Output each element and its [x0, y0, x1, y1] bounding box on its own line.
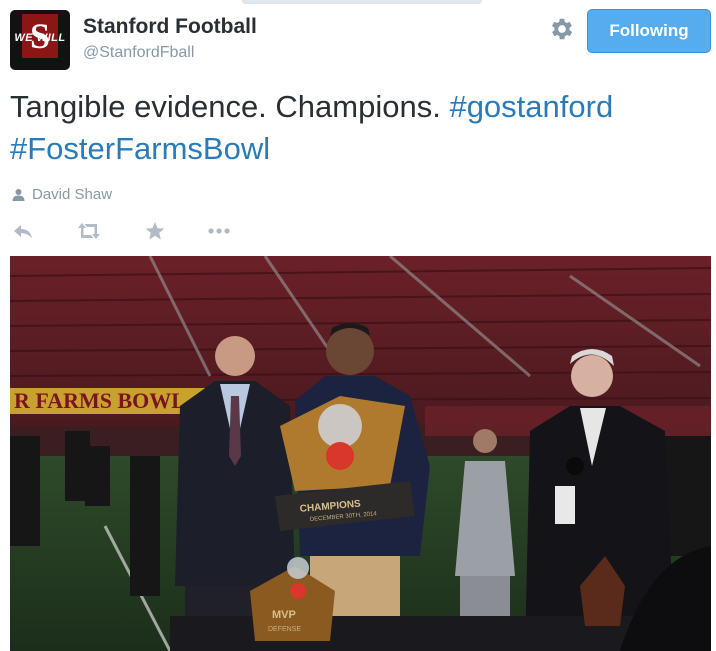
tweet-photo[interactable]: R FARMS BOWL CHAMPIONS DECEMBER 30TH, 20… [10, 256, 711, 651]
tweet-body: Tangible evidence. Champions. [10, 89, 441, 124]
trophy-ceremony-photo: R FARMS BOWL CHAMPIONS DECEMBER 30TH, 20… [10, 256, 711, 651]
favorite-icon[interactable] [144, 220, 166, 242]
retweet-icon[interactable] [76, 220, 102, 242]
tweet-text: Tangible evidence. Champions. #gostanfor… [10, 86, 710, 170]
person-icon [12, 189, 25, 201]
display-name[interactable]: Stanford Football [83, 15, 257, 39]
user-handle[interactable]: @StanfordFball [83, 44, 194, 62]
reply-icon[interactable] [12, 220, 34, 242]
gear-icon[interactable] [548, 15, 576, 43]
following-button[interactable]: Following [587, 9, 711, 53]
avatar[interactable]: S WE WILL [10, 10, 70, 70]
banner-text: R FARMS BOWL [14, 388, 186, 413]
photo-credit: David Shaw [12, 186, 112, 203]
avatar-text: WE WILL [14, 32, 66, 44]
mvp-plaque-text: MVP [272, 609, 296, 621]
hashtag-fosterfarmsbowl[interactable]: #FosterFarmsBowl [10, 131, 270, 166]
author-name[interactable]: David Shaw [32, 186, 112, 203]
top-scroll-strip [242, 0, 482, 4]
hashtag-gostanford[interactable]: #gostanford [449, 89, 613, 124]
more-icon[interactable] [206, 220, 232, 242]
mvp-sub-text: DEFENSE [268, 626, 301, 633]
